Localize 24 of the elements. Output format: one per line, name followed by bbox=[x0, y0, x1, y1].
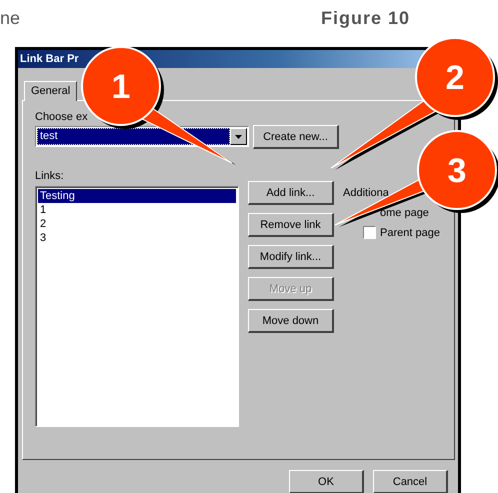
list-item[interactable]: 1 bbox=[38, 203, 236, 217]
links-list[interactable]: Testing 1 2 3 bbox=[35, 186, 239, 427]
group-label: Additiona bbox=[343, 187, 390, 199]
list-item[interactable]: Testing bbox=[38, 189, 236, 203]
action-button[interactable]: Modify link... bbox=[248, 245, 334, 269]
callout-number: 1 bbox=[112, 68, 130, 106]
field-label: Links: bbox=[35, 170, 65, 182]
dialog-button[interactable]: OK bbox=[289, 470, 364, 493]
tab[interactable]: General bbox=[24, 81, 78, 101]
create-new-button[interactable]: Create new... bbox=[253, 125, 339, 149]
list-item[interactable]: 3 bbox=[38, 231, 236, 245]
action-button[interactable]: Remove link bbox=[248, 213, 334, 237]
list-item[interactable]: 2 bbox=[38, 217, 236, 231]
field-label: Choose ex bbox=[35, 111, 89, 123]
checkbox-label: ome page bbox=[380, 206, 429, 218]
action-button[interactable]: Add link... bbox=[248, 181, 334, 205]
figure-caption: Figure 10 bbox=[320, 8, 410, 29]
checkbox-label: Parent page bbox=[380, 226, 440, 238]
callout-number: 3 bbox=[448, 152, 466, 190]
body-text: ne bbox=[0, 8, 20, 29]
action-button[interactable]: Move down bbox=[248, 309, 334, 333]
dropdown[interactable]: test bbox=[35, 126, 249, 147]
dialog-button[interactable]: Cancel bbox=[373, 470, 448, 493]
checkbox[interactable] bbox=[363, 226, 376, 239]
